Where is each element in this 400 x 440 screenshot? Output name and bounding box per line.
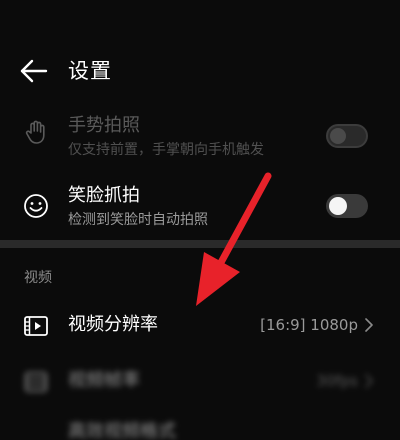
video-resolution-setting[interactable]: 视频分辨率 [16:9] 1080p — [0, 306, 400, 346]
settings-screen: 设置 手势拍照 仅支持前置，手掌朝向手机触发 笑脸抓拍 检测到笑脸时自动拍照 视… — [0, 0, 400, 440]
section-divider — [0, 240, 400, 248]
video-format-title: 高效视频格式 — [68, 421, 176, 440]
video-section-label: 视频 — [24, 270, 52, 286]
smile-capture-toggle[interactable] — [326, 194, 368, 218]
toggle-knob — [330, 128, 346, 144]
chevron-right-icon — [365, 374, 373, 388]
arrow-left-icon — [20, 59, 48, 83]
smile-capture-subtitle: 检测到笑脸时自动拍照 — [68, 212, 208, 228]
frame-rate-title: 视频帧率 — [68, 370, 140, 391]
toggle-knob — [329, 197, 347, 215]
smile-capture-setting[interactable]: 笑脸抓拍 检测到笑脸时自动拍照 — [0, 180, 400, 236]
video-format-setting[interactable]: 高效视频格式 — [0, 418, 400, 440]
page-title: 设置 — [68, 59, 112, 83]
video-resolution-title: 视频分辨率 — [68, 314, 158, 335]
header-bar: 设置 — [0, 46, 400, 96]
video-frame-rate-setting[interactable]: 视频帧率 30fps — [0, 364, 400, 404]
frame-rate-icon — [25, 372, 47, 392]
annotation-arrow-head — [196, 252, 240, 306]
gesture-photo-toggle[interactable] — [326, 124, 368, 148]
frame-rate-value: 30fps — [316, 372, 358, 390]
video-resolution-icon — [24, 316, 48, 336]
gesture-photo-setting: 手势拍照 仅支持前置，手掌朝向手机触发 — [0, 108, 400, 164]
gesture-photo-subtitle: 仅支持前置，手掌朝向手机触发 — [68, 142, 264, 158]
smile-icon — [24, 194, 48, 218]
smile-capture-title: 笑脸抓拍 — [68, 185, 140, 206]
video-resolution-value: [16:9] 1080p — [260, 316, 358, 334]
chevron-right-icon — [365, 318, 373, 332]
hand-icon — [25, 120, 45, 144]
gesture-photo-title: 手势拍照 — [68, 115, 140, 136]
back-button[interactable] — [18, 56, 50, 86]
